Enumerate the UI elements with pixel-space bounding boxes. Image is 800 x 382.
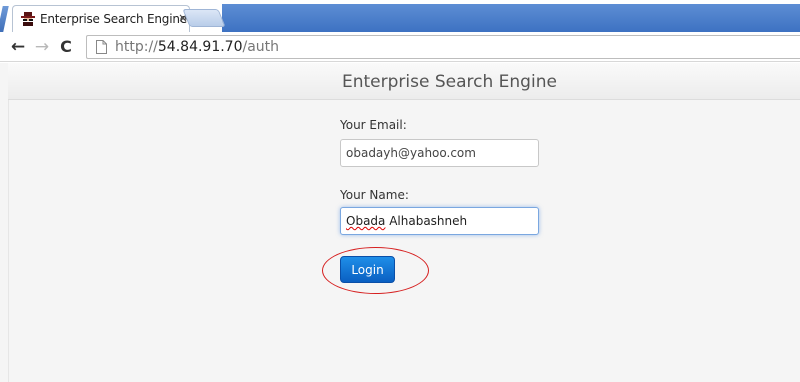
email-field[interactable]: obadayh@yahoo.com <box>340 139 539 167</box>
page-title: Enterprise Search Engine <box>342 72 557 92</box>
name-label: Your Name: <box>340 188 409 202</box>
login-button[interactable]: Login <box>340 256 395 283</box>
back-arrow-icon[interactable]: ← <box>8 37 28 57</box>
browser-toolbar: ← → C http://54.84.91.70/auth <box>0 32 800 62</box>
tabstrip-background <box>222 4 800 32</box>
tabstrip-accent <box>0 6 9 32</box>
url-scheme: http:// <box>115 39 158 55</box>
page-icon <box>96 40 107 54</box>
page-header: Enterprise Search Engine <box>8 63 800 100</box>
address-bar[interactable]: http://54.84.91.70/auth <box>86 35 800 59</box>
forward-arrow-icon[interactable]: → <box>32 37 52 57</box>
email-value: obadayh@yahoo.com <box>346 146 476 160</box>
browser-tab[interactable]: Enterprise Search Engine × <box>12 5 190 32</box>
browser-tabstrip: Enterprise Search Engine × <box>0 0 800 32</box>
tab-title: Enterprise Search Engine <box>40 12 187 26</box>
spy-favicon-icon <box>21 12 35 26</box>
name-first: Obada <box>346 214 386 228</box>
reload-icon[interactable]: C <box>56 37 76 57</box>
url-host: 54.84.91.70 <box>157 39 243 55</box>
left-divider <box>8 100 9 382</box>
new-tab-button[interactable] <box>182 9 226 27</box>
url-text[interactable]: http://54.84.91.70/auth <box>115 39 279 55</box>
email-label: Your Email: <box>340 118 407 132</box>
name-rest: Alhabashneh <box>385 214 468 228</box>
url-path: /auth <box>242 39 280 55</box>
page-body: Enterprise Search Engine Your Email: oba… <box>0 63 800 382</box>
name-field[interactable]: Obada Alhabashneh <box>340 207 539 235</box>
